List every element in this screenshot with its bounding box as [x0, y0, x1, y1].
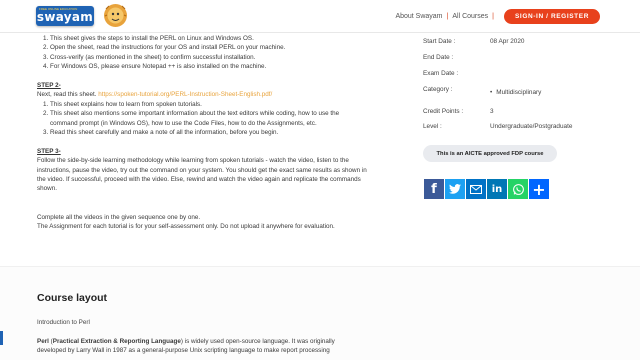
- step3-text: Follow the side-by-side learning methodo…: [37, 157, 367, 193]
- perl-text-1: ) is widely used open-source language. I…: [180, 338, 335, 345]
- facebook-icon[interactable]: f: [424, 179, 444, 199]
- instruction-sheet-link[interactable]: https://spoken-tutorial.org/PERL-Instruc…: [98, 91, 272, 98]
- email-icon[interactable]: [466, 179, 486, 199]
- nav-about-swayam[interactable]: About Swayam: [395, 13, 442, 20]
- nav-all-courses[interactable]: All Courses: [452, 13, 488, 20]
- lion-emblem-icon: [104, 4, 127, 27]
- credit-points-label: Credit Points :: [423, 108, 464, 115]
- exam-date-label: Exam Date :: [423, 70, 459, 77]
- list-item: This sheet explains how to learn from sp…: [50, 100, 367, 109]
- perl-text-2: developed by Larry Wall in 1987 as a gen…: [37, 347, 330, 355]
- level-label: Level :: [423, 123, 442, 130]
- nav-separator: |: [492, 13, 494, 20]
- course-instructions: This sheet gives the steps to install th…: [37, 34, 367, 231]
- course-layout-intro: Introduction to Perl: [37, 319, 90, 326]
- credit-points-value: 3: [490, 108, 494, 115]
- list-item: Read this sheet carefully and make a not…: [50, 128, 367, 137]
- category-label: Category :: [423, 86, 453, 93]
- list-item: This sheet also mentions some important …: [50, 109, 367, 128]
- list-item: Cross-verify (as mentioned in the sheet)…: [50, 53, 367, 62]
- twitter-icon[interactable]: [445, 179, 465, 199]
- level-value: Undergraduate/Postgraduate: [490, 123, 573, 130]
- signin-register-button[interactable]: SIGN-IN / REGISTER: [503, 9, 600, 24]
- perl-expansion: Practical Extraction & Reporting Languag…: [52, 338, 181, 345]
- assignment-text: The Assignment for each tutorial is for …: [37, 223, 335, 231]
- share-plus-icon[interactable]: +: [529, 179, 549, 199]
- perl-description: Perl (Practical Extraction & Reporting L…: [37, 338, 335, 355]
- step3-heading: STEP 3-: [37, 147, 61, 155]
- swayam-logo[interactable]: FREE ONLINE EDUCATION swayam: [36, 6, 94, 26]
- start-date-value: 08 Apr 2020: [490, 38, 525, 45]
- course-layout-title: Course layout: [37, 292, 108, 304]
- feedback-side-tab[interactable]: [0, 331, 3, 345]
- list-item: This sheet gives the steps to install th…: [50, 34, 367, 43]
- logo-text: swayam: [36, 10, 94, 24]
- step2-intro-line: Next, read this sheet. https://spoken-tu…: [37, 90, 367, 99]
- aicte-approved-badge: This is an AICTE approved FDP course: [423, 145, 557, 162]
- linkedin-icon[interactable]: in: [487, 179, 507, 199]
- step2-heading: STEP 2-: [37, 82, 61, 90]
- perl-term: Perl: [37, 338, 49, 345]
- site-header: FREE ONLINE EDUCATION swayam About Swaya…: [0, 0, 640, 33]
- whatsapp-icon[interactable]: [508, 179, 528, 199]
- nav-separator: |: [446, 13, 449, 20]
- step2-list: This sheet explains how to learn from sp…: [37, 100, 367, 138]
- top-nav: About Swayam | All Courses | SIGN-IN / R…: [395, 0, 640, 33]
- category-value: Multidisciplinary: [490, 89, 541, 96]
- step2-intro: Next, read this sheet.: [37, 91, 97, 99]
- complete-videos-text: Complete all the videos in the given seq…: [37, 213, 201, 221]
- step1-list: This sheet gives the steps to install th…: [37, 34, 367, 72]
- share-buttons: f in +: [424, 179, 549, 199]
- list-item: For Windows OS, please ensure Notepad ++…: [50, 62, 367, 71]
- list-item: Open the sheet, read the instructions fo…: [50, 43, 367, 52]
- start-date-label: Start Date :: [423, 38, 456, 45]
- end-date-label: End Date :: [423, 54, 454, 61]
